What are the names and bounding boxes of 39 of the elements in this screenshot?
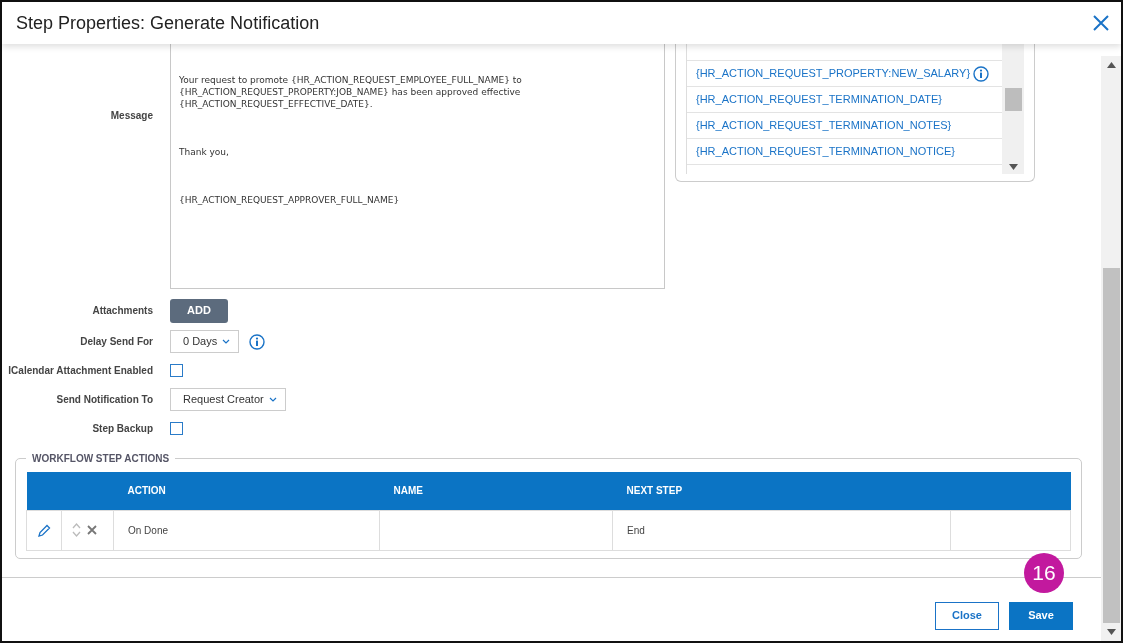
token-link[interactable]: {HR_ACTION_REQUEST_TERMINATION_DATE} <box>696 91 942 108</box>
field-label: Step Backup <box>92 423 153 434</box>
token-link[interactable]: {HR_ACTION_REQUEST_PROPERTY:NEW_SALARY} <box>696 65 971 82</box>
dropdown[interactable]: 0 Days <box>170 330 240 353</box>
caret-icon <box>268 397 277 402</box>
checkbox[interactable] <box>170 422 183 435</box>
scrollbar-thumb[interactable] <box>1102 268 1120 623</box>
token-link[interactable]: {HR_ACTION_REQUEST_TERMINATION_NOTES} <box>696 117 952 134</box>
info-icon[interactable] <box>973 65 990 82</box>
scroll-up-icon[interactable] <box>1106 62 1116 68</box>
add-button[interactable]: ADD <box>170 298 228 323</box>
field-label: Send Notification To <box>56 394 153 405</box>
table-cell: On Done <box>128 524 169 536</box>
scrollbar-thumb[interactable] <box>1004 88 1022 111</box>
token-link[interactable]: {HR_ACTION_REQUEST_TERMINATION_NOTICE} <box>696 143 955 160</box>
dialog-title: Step Properties: Generate Notification <box>16 11 320 35</box>
column-header: ACTION <box>113 472 380 510</box>
scrollbar[interactable] <box>1002 44 1024 174</box>
close-icon[interactable] <box>1093 15 1109 31</box>
field-label: Attachments <box>92 305 153 316</box>
column-header: NEXT STEP <box>612 472 951 510</box>
field-label: Delay Send For <box>80 336 153 347</box>
scrollbar[interactable] <box>1101 56 1121 641</box>
field-label: ICalendar Attachment Enabled <box>8 365 153 376</box>
scroll-down-icon[interactable] <box>1106 629 1116 635</box>
field-label: Message <box>110 110 153 121</box>
checkbox[interactable] <box>170 364 183 377</box>
save-button[interactable]: Save <box>1009 601 1073 630</box>
info-icon[interactable] <box>249 333 266 350</box>
delete-icon[interactable] <box>86 525 97 536</box>
caret-icon <box>222 339 231 344</box>
dropdown[interactable]: Request Creator <box>170 388 286 411</box>
column-header: NAME <box>379 472 613 510</box>
step-number-badge: 16 <box>1024 553 1064 593</box>
message-field[interactable]: Your request to promote {HR_ACTION_REQUEST_EMPLOYEE_FULL_NAME} to {HR_ACTION_REQUEST_PROPERTY:JOB_NAME} has been approved effective {HR_ACTION_REQUEST_EFFECTIVE_DATE}. Thank you, {HR_ACTION_REQUEST_APPROVER_FULL_NAME} <box>170 44 665 289</box>
edit-icon[interactable] <box>37 523 51 538</box>
table-cell: End <box>627 524 645 536</box>
scroll-down-icon[interactable] <box>1008 164 1018 170</box>
close-button[interactable]: Close <box>935 601 999 630</box>
